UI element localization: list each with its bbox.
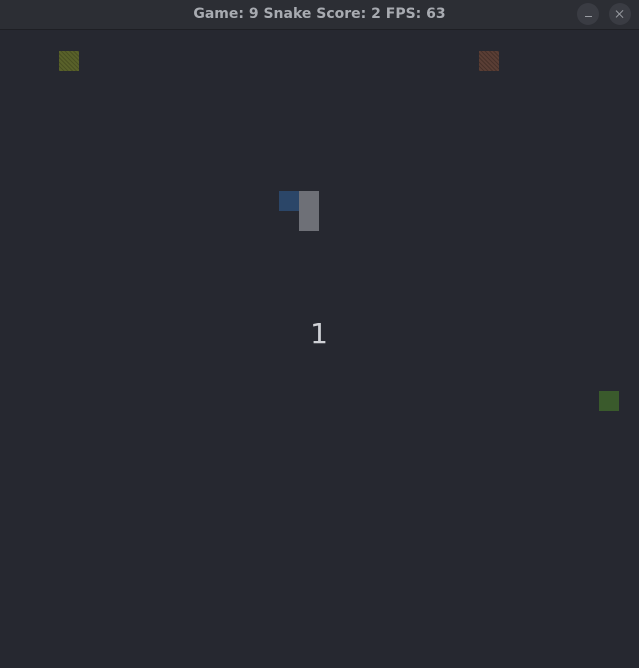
close-button[interactable] [609, 3, 631, 25]
snake-body-segment [299, 191, 319, 211]
minimize-icon [584, 16, 592, 17]
minimize-button[interactable] [577, 3, 599, 25]
title-bar[interactable]: Game: 9 Snake Score: 2 FPS: 63 [0, 0, 639, 30]
snake-body-segment [299, 211, 319, 231]
food-green [599, 391, 619, 411]
food-yellow [59, 51, 79, 71]
game-window: Game: 9 Snake Score: 2 FPS: 63 1 [0, 0, 639, 668]
close-icon [615, 9, 625, 19]
countdown-number: 1 [310, 317, 328, 350]
window-title: Game: 9 Snake Score: 2 FPS: 63 [193, 6, 446, 22]
food-red [479, 51, 499, 71]
snake-head [279, 191, 299, 211]
game-board: 1 [0, 31, 639, 668]
